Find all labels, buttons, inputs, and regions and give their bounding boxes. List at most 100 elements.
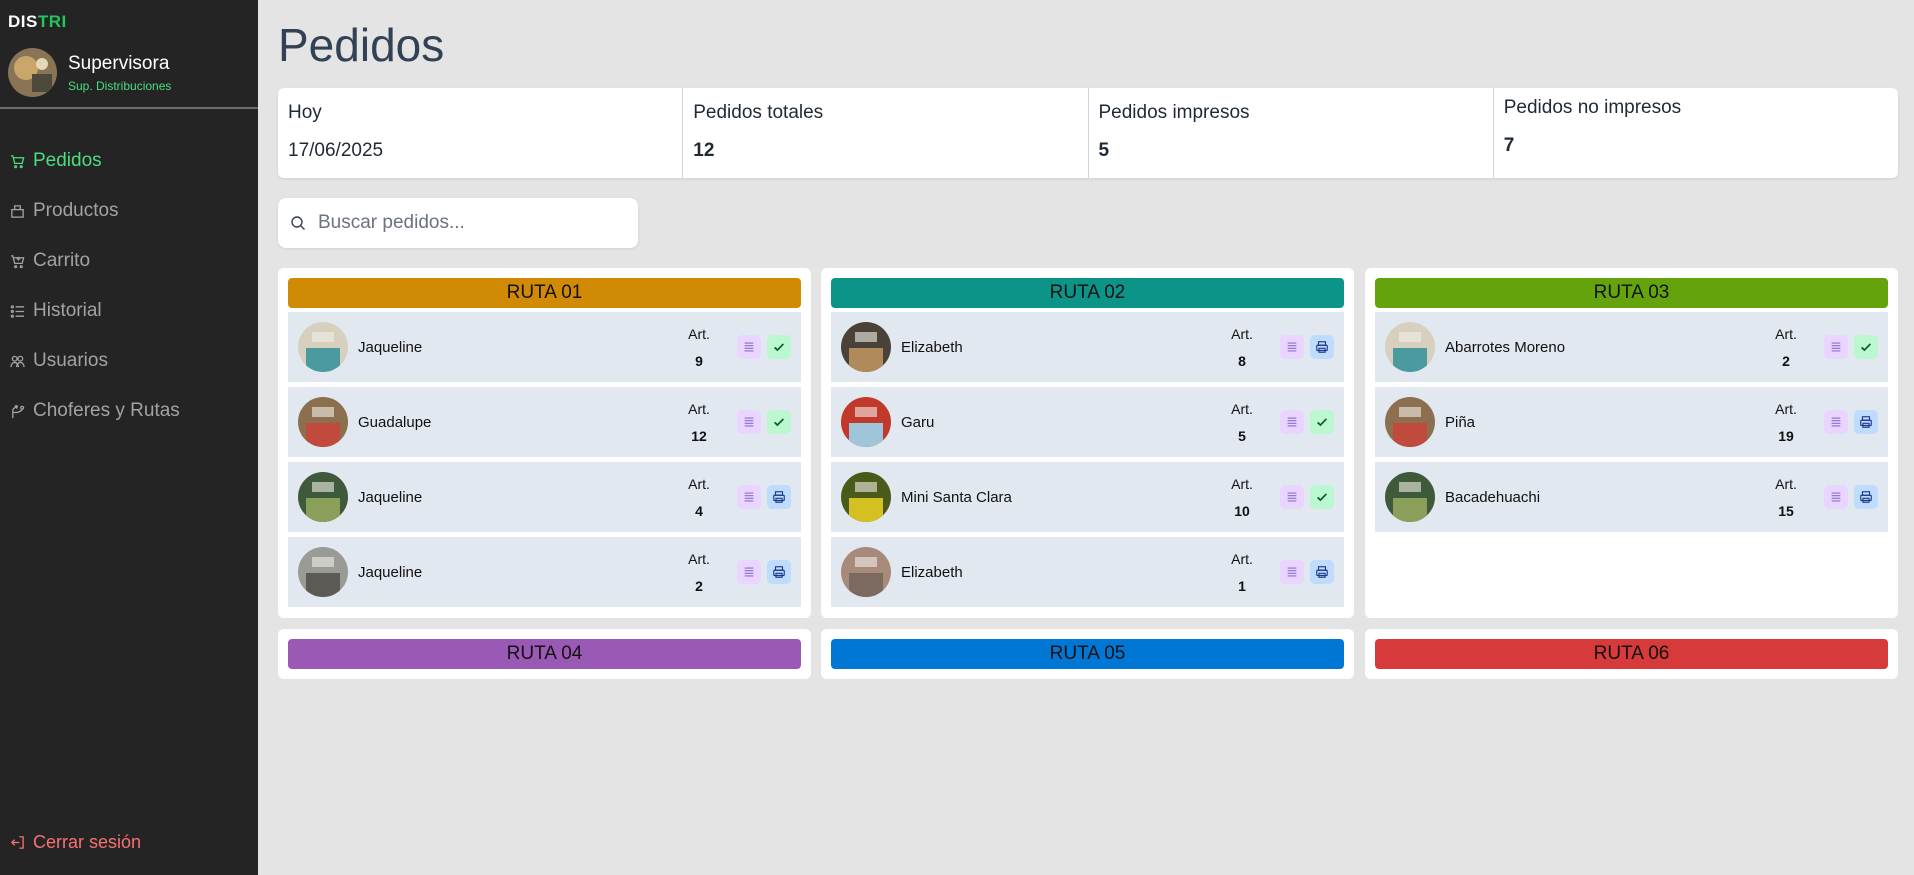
article-count: Art. 8 [1224,326,1260,369]
print-button[interactable] [1310,560,1334,584]
view-details-button[interactable] [1280,410,1304,434]
customer-name: Mini Santa Clara [901,488,1012,506]
order-row[interactable]: Mini Santa Clara Art. 10 [831,462,1344,532]
route-header[interactable]: RUTA 05 [831,639,1344,669]
customer-avatar [841,547,891,597]
route-header[interactable]: RUTA 06 [1375,639,1888,669]
printed-status-button[interactable] [1854,335,1878,359]
view-details-button[interactable] [737,335,761,359]
list-icon [744,492,754,502]
list-icon [1831,492,1841,502]
sidebar-item-label: Historial [33,300,102,321]
order-row[interactable]: Jaqueline Art. 9 [288,312,801,382]
sidebar-item-historial[interactable]: Historial [0,286,258,336]
sidebar-item-pedidos[interactable]: Pedidos [0,136,258,186]
article-label: Art. [1231,475,1253,492]
article-count-value: 4 [695,502,703,519]
stat-today: Hoy 17/06/2025 [278,88,682,178]
sidebar-item-productos[interactable]: Productos [0,186,258,236]
article-label: Art. [1231,325,1253,342]
avatar [8,48,57,97]
view-details-button[interactable] [737,410,761,434]
article-label: Art. [688,325,710,342]
search-input[interactable] [318,212,618,234]
view-details-button[interactable] [1280,485,1304,509]
sidebar-item-carrito[interactable]: Carrito [0,236,258,286]
order-row[interactable]: Elizabeth Art. 1 [831,537,1344,607]
sidebar-item-label: Choferes y Rutas [33,400,180,421]
customer-name: Guadalupe [358,413,432,431]
order-row[interactable]: Elizabeth Art. 8 [831,312,1344,382]
printed-status-button[interactable] [767,335,791,359]
list-icon [1287,342,1297,352]
view-details-button[interactable] [1280,335,1304,359]
view-details-button[interactable] [1824,335,1848,359]
route-header[interactable]: RUTA 04 [288,639,801,669]
stat-value: 7 [1503,135,1515,156]
check-icon [1861,343,1872,352]
user-name: Supervisora [68,52,170,74]
article-count: Art. 2 [681,551,717,594]
order-row[interactable]: Guadalupe Art. 12 [288,387,801,457]
list-icon [744,342,754,352]
customer-name: Jaqueline [358,338,423,356]
article-count: Art. 12 [681,401,717,444]
logout-label: Cerrar sesión [33,832,142,852]
sidebar-divider [0,107,258,109]
print-button[interactable] [1854,485,1878,509]
printed-status-button[interactable] [1310,410,1334,434]
stat-label: Pedidos no impresos [1503,97,1682,118]
article-count-value: 10 [1234,502,1250,519]
list-icon [1831,342,1841,352]
order-row[interactable]: Garu Art. 5 [831,387,1344,457]
sidebar-item-label: Carrito [33,250,91,271]
article-count-value: 15 [1778,502,1794,519]
article-count-value: 19 [1778,427,1794,444]
article-count: Art. 19 [1768,401,1804,444]
article-label: Art. [1775,475,1797,492]
view-details-button[interactable] [737,485,761,509]
view-details-button[interactable] [1824,410,1848,434]
logout-button[interactable]: Cerrar sesión [10,832,141,853]
order-row[interactable]: Jaqueline Art. 2 [288,537,801,607]
stat-value: 17/06/2025 [288,140,384,161]
route-icon [12,404,25,418]
list-icon [1287,492,1297,502]
customer-avatar [1385,322,1435,372]
view-details-button[interactable] [1824,485,1848,509]
list-icon [1287,567,1297,577]
article-label: Art. [688,550,710,567]
print-button[interactable] [767,560,791,584]
stat-label: Pedidos impresos [1098,102,1250,123]
list-icon [1287,417,1297,427]
customer-avatar [841,472,891,522]
route-card: RUTA 06 [1365,629,1898,679]
article-count-value: 8 [1238,352,1246,369]
route-header[interactable]: RUTA 03 [1375,278,1888,308]
print-button[interactable] [767,485,791,509]
customer-name: Jaqueline [358,488,423,506]
route-header[interactable]: RUTA 01 [288,278,801,308]
route-card: RUTA 04 [278,629,811,679]
order-row[interactable]: Abarrotes Moreno Art. 2 [1375,312,1888,382]
printed-status-button[interactable] [767,410,791,434]
user-profile: Supervisora Sup. Distribuciones [8,48,171,97]
customer-name: Piña [1445,413,1476,431]
sidebar-item-choferes-rutas[interactable]: Choferes y Rutas [0,386,258,436]
box-icon [11,204,24,218]
print-button[interactable] [1310,335,1334,359]
order-row[interactable]: Piña Art. 19 [1375,387,1888,457]
cart-plus-icon [10,254,25,268]
order-row[interactable]: Bacadehuachi Art. 15 [1375,462,1888,532]
order-row[interactable]: Jaqueline Art. 4 [288,462,801,532]
route-header[interactable]: RUTA 02 [831,278,1344,308]
view-details-button[interactable] [1280,560,1304,584]
sidebar-item-usuarios[interactable]: Usuarios [0,336,258,386]
customer-name: Bacadehuachi [1445,488,1541,506]
printed-status-button[interactable] [1310,485,1334,509]
customer-avatar [298,547,348,597]
view-details-button[interactable] [737,560,761,584]
list-icon [744,567,754,577]
print-button[interactable] [1854,410,1878,434]
stat-label: Pedidos totales [693,102,824,123]
